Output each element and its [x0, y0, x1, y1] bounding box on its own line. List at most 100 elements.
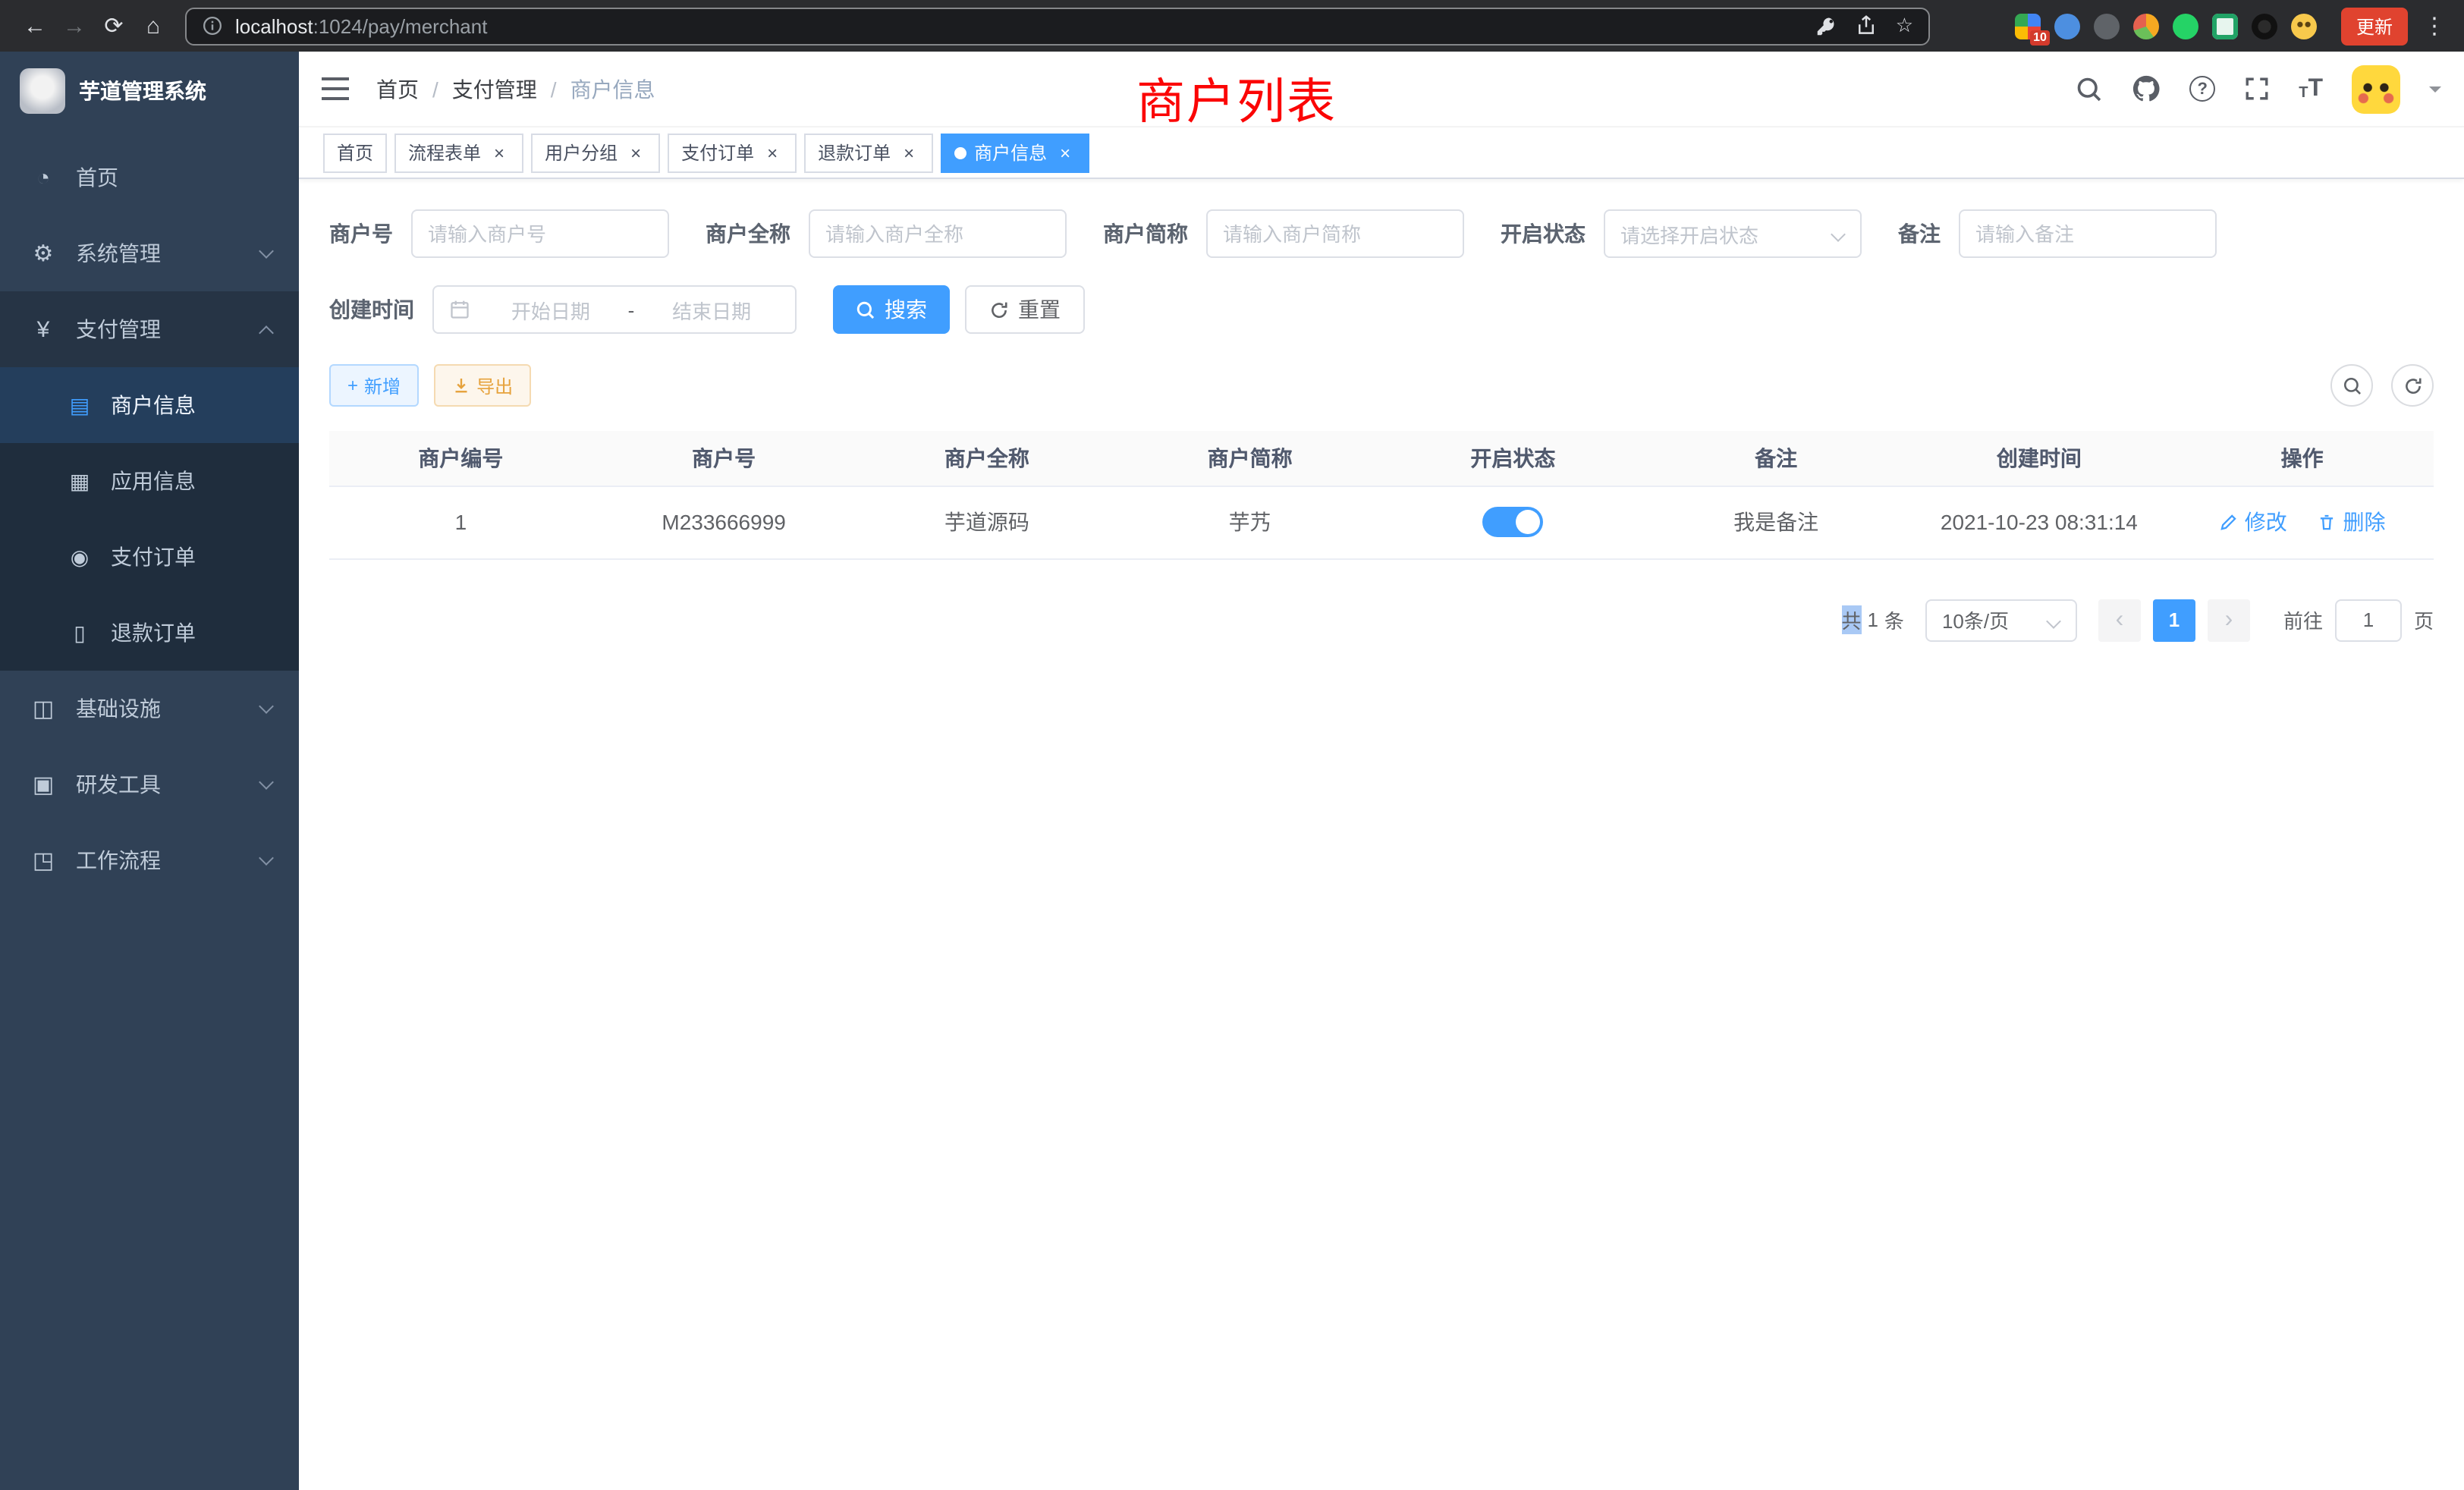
tab-merchant-info[interactable]: 商户信息 ×	[941, 133, 1089, 172]
plus-icon: +	[347, 375, 358, 396]
breadcrumb-home[interactable]: 首页	[376, 74, 419, 104]
fullscreen-icon[interactable]	[2244, 76, 2270, 102]
close-icon[interactable]: ×	[489, 142, 510, 163]
status-select[interactable]: 请选择开启状态	[1604, 209, 1862, 258]
remark-input[interactable]	[1959, 209, 2217, 258]
merchant-table: 商户编号 商户号 商户全称 商户简称 开启状态 备注 创建时间 操作 1	[329, 431, 2434, 559]
bookmark-star-icon[interactable]: ☆	[1896, 14, 1913, 38]
sidebar-item-system[interactable]: ⚙ 系统管理	[0, 215, 299, 291]
chevron-down-icon	[259, 244, 274, 259]
key-icon[interactable]	[1817, 15, 1838, 36]
breadcrumb-payment[interactable]: 支付管理	[452, 74, 537, 104]
tab-user-group[interactable]: 用户分组 ×	[531, 133, 660, 172]
refresh-table-button[interactable]	[2391, 364, 2434, 407]
close-icon[interactable]: ×	[762, 142, 783, 163]
next-page-button[interactable]: ›	[2208, 599, 2250, 641]
close-icon[interactable]: ×	[1054, 142, 1076, 163]
short-name-input[interactable]	[1206, 209, 1464, 258]
extension-icon[interactable]	[2054, 13, 2080, 39]
col-create-time: 创建时间	[1908, 431, 2171, 486]
avatar[interactable]	[2352, 64, 2400, 113]
full-name-input[interactable]	[809, 209, 1067, 258]
font-size-icon[interactable]: TT	[2299, 77, 2323, 101]
chevron-down-icon[interactable]	[2429, 86, 2441, 99]
sidebar-item-app-info[interactable]: ▦ 应用信息	[0, 443, 299, 519]
edit-link[interactable]: 修改	[2219, 507, 2287, 537]
help-icon[interactable]: ?	[2189, 76, 2215, 102]
address-bar[interactable]: localhost:1024/pay/merchant ☆	[185, 7, 1930, 45]
sidebar-item-workflow[interactable]: ◳ 工作流程	[0, 822, 299, 898]
sidebar-item-dev-tools[interactable]: ▣ 研发工具	[0, 747, 299, 822]
github-icon[interactable]	[2132, 74, 2161, 103]
chevron-up-icon	[259, 325, 274, 340]
browser-toolbar: ← → ⟳ ⌂ localhost:1024/pay/merchant ☆ 10	[0, 0, 2464, 52]
browser-home-icon[interactable]: ⌂	[134, 6, 173, 46]
page-suffix-label: 页	[2414, 605, 2434, 634]
close-icon[interactable]: ×	[898, 142, 919, 163]
end-date-placeholder[interactable]: 结束日期	[640, 295, 783, 324]
close-icon[interactable]: ×	[625, 142, 646, 163]
table-row: 1 M233666999 芋道源码 芋艿 我是备注 2021-10-23 08:…	[329, 486, 2434, 558]
prev-page-button[interactable]: ‹	[2098, 599, 2141, 641]
date-range-picker[interactable]: 开始日期 - 结束日期	[432, 285, 797, 334]
browser-back-icon[interactable]: ←	[15, 6, 55, 46]
chevron-down-icon	[259, 850, 274, 866]
toggle-search-button[interactable]	[2330, 364, 2373, 407]
merchant-no-input[interactable]	[411, 209, 669, 258]
extension-icon[interactable]	[2212, 13, 2238, 39]
tools-icon: ▣	[30, 771, 56, 798]
search-button[interactable]: 搜索	[833, 285, 950, 334]
sidebar-item-payment[interactable]: ¥ 支付管理	[0, 291, 299, 367]
cell-full-name: 芋道源码	[856, 486, 1119, 558]
search-icon[interactable]	[2076, 75, 2103, 102]
pagination-total: 共 1 条	[1841, 605, 1904, 634]
extension-icon[interactable]: 10	[2015, 13, 2041, 39]
search-icon	[856, 300, 875, 319]
hamburger-icon[interactable]	[322, 77, 349, 100]
tab-process-form[interactable]: 流程表单 ×	[394, 133, 523, 172]
remark-label: 备注	[1898, 218, 1941, 249]
delete-link[interactable]: 删除	[2318, 507, 2386, 537]
browser-menu-icon[interactable]: ⋮	[2423, 12, 2446, 39]
sidebar-item-refund-order[interactable]: ▯ 退款订单	[0, 595, 299, 671]
add-button[interactable]: + 新增	[329, 364, 419, 407]
share-icon[interactable]	[1856, 15, 1878, 36]
pencil-icon	[2219, 512, 2239, 532]
breadcrumb-separator: /	[432, 77, 438, 101]
browser-reload-icon[interactable]: ⟳	[94, 6, 134, 46]
extension-icon[interactable]	[2252, 13, 2277, 39]
extension-icon[interactable]	[2291, 13, 2317, 39]
payment-submenu: ▤ 商户信息 ▦ 应用信息 ◉ 支付订单 ▯ 退款订单	[0, 367, 299, 671]
sidebar-item-infrastructure[interactable]: ◫ 基础设施	[0, 671, 299, 747]
status-toggle[interactable]	[1482, 507, 1543, 537]
sidebar-item-pay-order[interactable]: ◉ 支付订单	[0, 519, 299, 595]
tab-refund-order[interactable]: 退款订单 ×	[804, 133, 933, 172]
pagination-goto: 前往 页	[2283, 599, 2434, 641]
yen-icon: ¥	[30, 316, 56, 342]
goto-page-input[interactable]	[2335, 599, 2402, 641]
sidebar-item-home[interactable]: ◔ 首页	[0, 140, 299, 215]
export-button[interactable]: 导出	[434, 364, 531, 407]
tab-pay-order[interactable]: 支付订单 ×	[668, 133, 797, 172]
browser-update-button[interactable]: 更新	[2341, 7, 2408, 45]
sidebar-item-label: 研发工具	[76, 769, 161, 800]
breadcrumb: 首页 / 支付管理 / 商户信息	[376, 74, 655, 104]
annotation-merchant-list: 商户列表	[1136, 64, 1337, 134]
extension-badge: 10	[2030, 30, 2050, 45]
app-icon: ▦	[67, 468, 93, 494]
info-icon[interactable]	[202, 15, 223, 36]
start-date-placeholder[interactable]: 开始日期	[479, 295, 622, 324]
browser-forward-icon[interactable]: →	[55, 6, 94, 46]
tab-home[interactable]: 首页	[323, 133, 387, 172]
url-host: localhost	[235, 14, 313, 37]
full-name-label: 商户全称	[706, 218, 790, 249]
extension-icon[interactable]	[2173, 13, 2198, 39]
sidebar-item-merchant-info[interactable]: ▤ 商户信息	[0, 367, 299, 443]
download-icon	[452, 376, 470, 395]
extension-icon[interactable]	[2094, 13, 2120, 39]
page-size-select[interactable]: 10条/页	[1925, 599, 2077, 641]
extension-icon[interactable]	[2133, 13, 2159, 39]
table-header-row: 商户编号 商户号 商户全称 商户简称 开启状态 备注 创建时间 操作	[329, 431, 2434, 486]
current-page-button[interactable]: 1	[2153, 599, 2195, 641]
reset-button[interactable]: 重置	[965, 285, 1085, 334]
